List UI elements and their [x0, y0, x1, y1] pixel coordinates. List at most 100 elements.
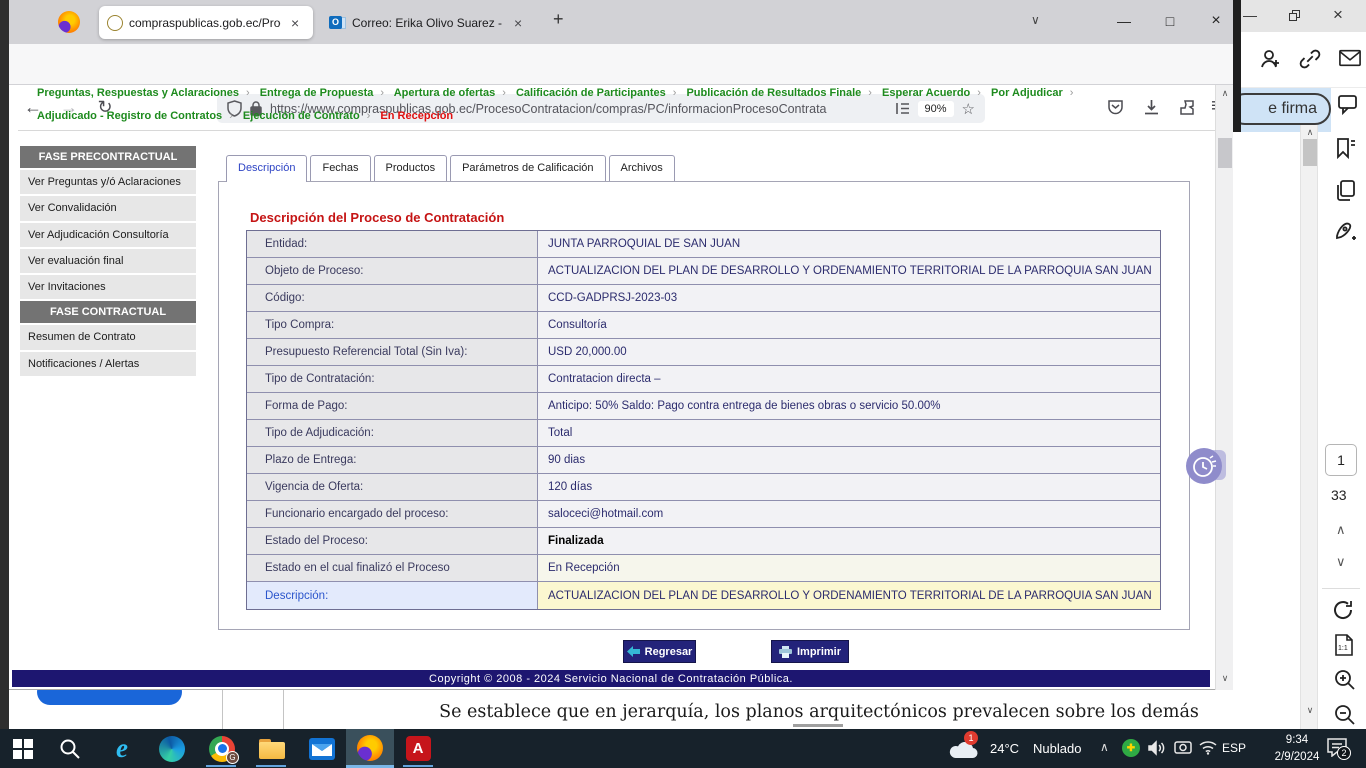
tab-close-icon[interactable]: × [510, 15, 526, 31]
minimize-button[interactable]: — [1105, 6, 1143, 36]
zoom-in-icon[interactable] [1333, 668, 1357, 692]
scroll-down-icon[interactable]: ∨ [1216, 673, 1234, 684]
breadcrumb-item[interactable]: Por Adjudicar [991, 87, 1063, 99]
new-tab-button[interactable]: + [553, 9, 564, 30]
regresar-button[interactable]: Regresar [623, 640, 696, 663]
temperature-text[interactable]: 24°C [990, 741, 1019, 756]
tab-list-chevron-icon[interactable]: ∨ [1031, 13, 1040, 27]
page-scrollbar[interactable]: ∧ ∨ [1215, 85, 1233, 690]
divider [18, 130, 1215, 131]
imprimir-button[interactable]: Imprimir [771, 640, 849, 663]
table-row: Tipo de Contratación:Contratacion direct… [247, 366, 1160, 393]
row-label: Funcionario encargado del proceso: [247, 501, 537, 527]
rotate-icon[interactable] [1331, 598, 1355, 622]
document-scrollbar-chip[interactable] [793, 724, 843, 727]
clock-icon[interactable] [1186, 448, 1222, 484]
row-value: 120 días [537, 474, 1160, 500]
breadcrumb-item[interactable]: Ejecución de Contrato [243, 110, 360, 122]
meet-now-tray-icon[interactable] [1174, 740, 1192, 756]
weather-tray-icon[interactable]: 1 [944, 729, 982, 768]
breadcrumb-item[interactable]: Preguntas, Respuestas y Aclaraciones [37, 87, 239, 99]
taskbar-firefox-active-tile[interactable] [346, 729, 394, 768]
bookmarks-icon[interactable] [1333, 136, 1357, 160]
sidebar-item-convalidacion[interactable]: Ver Convalidación [20, 196, 196, 220]
taskbar-explorer-button[interactable] [254, 729, 290, 768]
comments-icon[interactable] [1333, 93, 1359, 119]
background-window-edge [0, 0, 9, 729]
taskbar-chrome-button[interactable]: G [204, 729, 240, 768]
sidebar-item-evaluacion[interactable]: Ver evaluación final [20, 249, 196, 273]
tab-fechas[interactable]: Fechas [310, 155, 370, 181]
taskbar-acrobat-button[interactable]: A [400, 729, 436, 768]
pdf-scrollbar[interactable]: ∧ ∨ [1300, 125, 1318, 729]
close-icon[interactable]: × [1333, 5, 1343, 25]
page-title: Descripción del Proceso de Contratación [250, 210, 504, 225]
taskbar-mail-button[interactable] [304, 729, 340, 768]
bookmark-star-icon[interactable]: ☆ [962, 100, 975, 118]
close-button[interactable]: × [1197, 6, 1235, 36]
wifi-tray-icon[interactable] [1199, 740, 1217, 755]
link-icon[interactable] [1299, 48, 1321, 70]
language-indicator[interactable]: ESP [1222, 741, 1246, 755]
extensions-icon[interactable] [1179, 99, 1196, 116]
add-signer-icon[interactable] [1259, 47, 1283, 71]
sidebar-item-notificaciones[interactable]: Notificaciones / Alertas [20, 352, 196, 376]
taskbar-edge-button[interactable] [154, 729, 190, 768]
scroll-up-icon[interactable]: ∧ [1301, 127, 1319, 138]
page-up-icon[interactable]: ∧ [1336, 522, 1346, 538]
breadcrumb-item[interactable]: Adjudicado - Registro de Contratos [37, 110, 222, 122]
tab-descripcion[interactable]: Descripción [226, 155, 307, 182]
volume-tray-icon[interactable] [1148, 740, 1166, 756]
actual-size-icon[interactable]: 1:1 [1333, 633, 1355, 657]
table-row: Funcionario encargado del proceso:saloce… [247, 501, 1160, 528]
antivirus-tray-icon[interactable]: ✚ [1122, 739, 1140, 757]
breadcrumb-item[interactable]: Esperar Acuerdo [882, 87, 970, 99]
reader-view-icon[interactable] [895, 101, 910, 116]
sidebar-item-invitaciones[interactable]: Ver Invitaciones [20, 275, 196, 299]
pdf-scrollbar-thumb[interactable] [1303, 139, 1317, 166]
breadcrumb-item[interactable]: Entrega de Propuesta [260, 87, 374, 99]
signature-pen-icon[interactable] [1333, 218, 1359, 244]
tab-compraspublicas[interactable]: compraspublicas.gob.ec/Proce × [99, 6, 313, 39]
pocket-icon[interactable] [1107, 99, 1124, 116]
downloads-icon[interactable] [1143, 99, 1160, 116]
e-firma-button[interactable]: e firma [1229, 93, 1331, 125]
zoom-level-badge[interactable]: 90% [918, 101, 954, 117]
minimize-icon[interactable]: — [1243, 7, 1257, 23]
page-down-icon[interactable]: ∨ [1336, 554, 1346, 570]
tray-chevron-icon[interactable]: ∧ [1100, 740, 1109, 754]
breadcrumb-item[interactable]: Calificación de Participantes [516, 87, 666, 99]
clock-widget[interactable] [1186, 446, 1226, 486]
table-row: Entidad:JUNTA PARROQUIAL DE SAN JUAN [247, 231, 1160, 258]
crumb-sep-icon: › [367, 110, 371, 122]
page-scrollbar-thumb[interactable] [1218, 138, 1232, 168]
crumb-sep-icon: › [673, 87, 677, 99]
sidebar-item-preguntas[interactable]: Ver Preguntas y/ó Aclaraciones [20, 170, 196, 194]
start-button[interactable] [8, 729, 38, 768]
breadcrumb-item[interactable]: Publicación de Resultados Finale [686, 87, 861, 99]
tab-parametros[interactable]: Parámetros de Calificación [450, 155, 605, 181]
tab-productos[interactable]: Productos [374, 155, 448, 181]
maximize-button[interactable]: □ [1151, 6, 1189, 36]
sidebar-item-resumen[interactable]: Resumen de Contrato [20, 325, 196, 349]
taskbar-ie-button[interactable]: e [104, 729, 140, 768]
weather-condition-text[interactable]: Nublado [1033, 741, 1081, 756]
scroll-down-icon[interactable]: ∨ [1301, 705, 1319, 716]
firefox-logo-icon[interactable] [58, 11, 80, 33]
breadcrumb-item[interactable]: Apertura de ofertas [394, 87, 495, 99]
sidebar-item-adjudicacion[interactable]: Ver Adjudicación Consultoría [20, 223, 196, 247]
row-value: Total [537, 420, 1160, 446]
document-text-line: Se establece que en jerarquía, los plano… [429, 702, 1209, 722]
clock-tray[interactable]: 9:34 2/9/2024 [1262, 732, 1332, 765]
tab-outlook[interactable]: O Correo: Erika Olivo Suarez - Out × [321, 6, 537, 39]
pdf-app-titlebar: — × [1233, 0, 1366, 32]
notification-center-icon[interactable]: 2 [1326, 737, 1348, 757]
tab-close-icon[interactable]: × [287, 15, 303, 31]
email-icon[interactable] [1339, 49, 1361, 67]
page-number-input[interactable]: 1 [1325, 444, 1357, 476]
tab-archivos[interactable]: Archivos [609, 155, 675, 181]
pages-copy-icon[interactable] [1333, 178, 1357, 202]
scroll-up-icon[interactable]: ∧ [1216, 88, 1234, 99]
zoom-out-icon[interactable] [1333, 703, 1357, 727]
taskbar-search-button[interactable] [52, 729, 88, 768]
